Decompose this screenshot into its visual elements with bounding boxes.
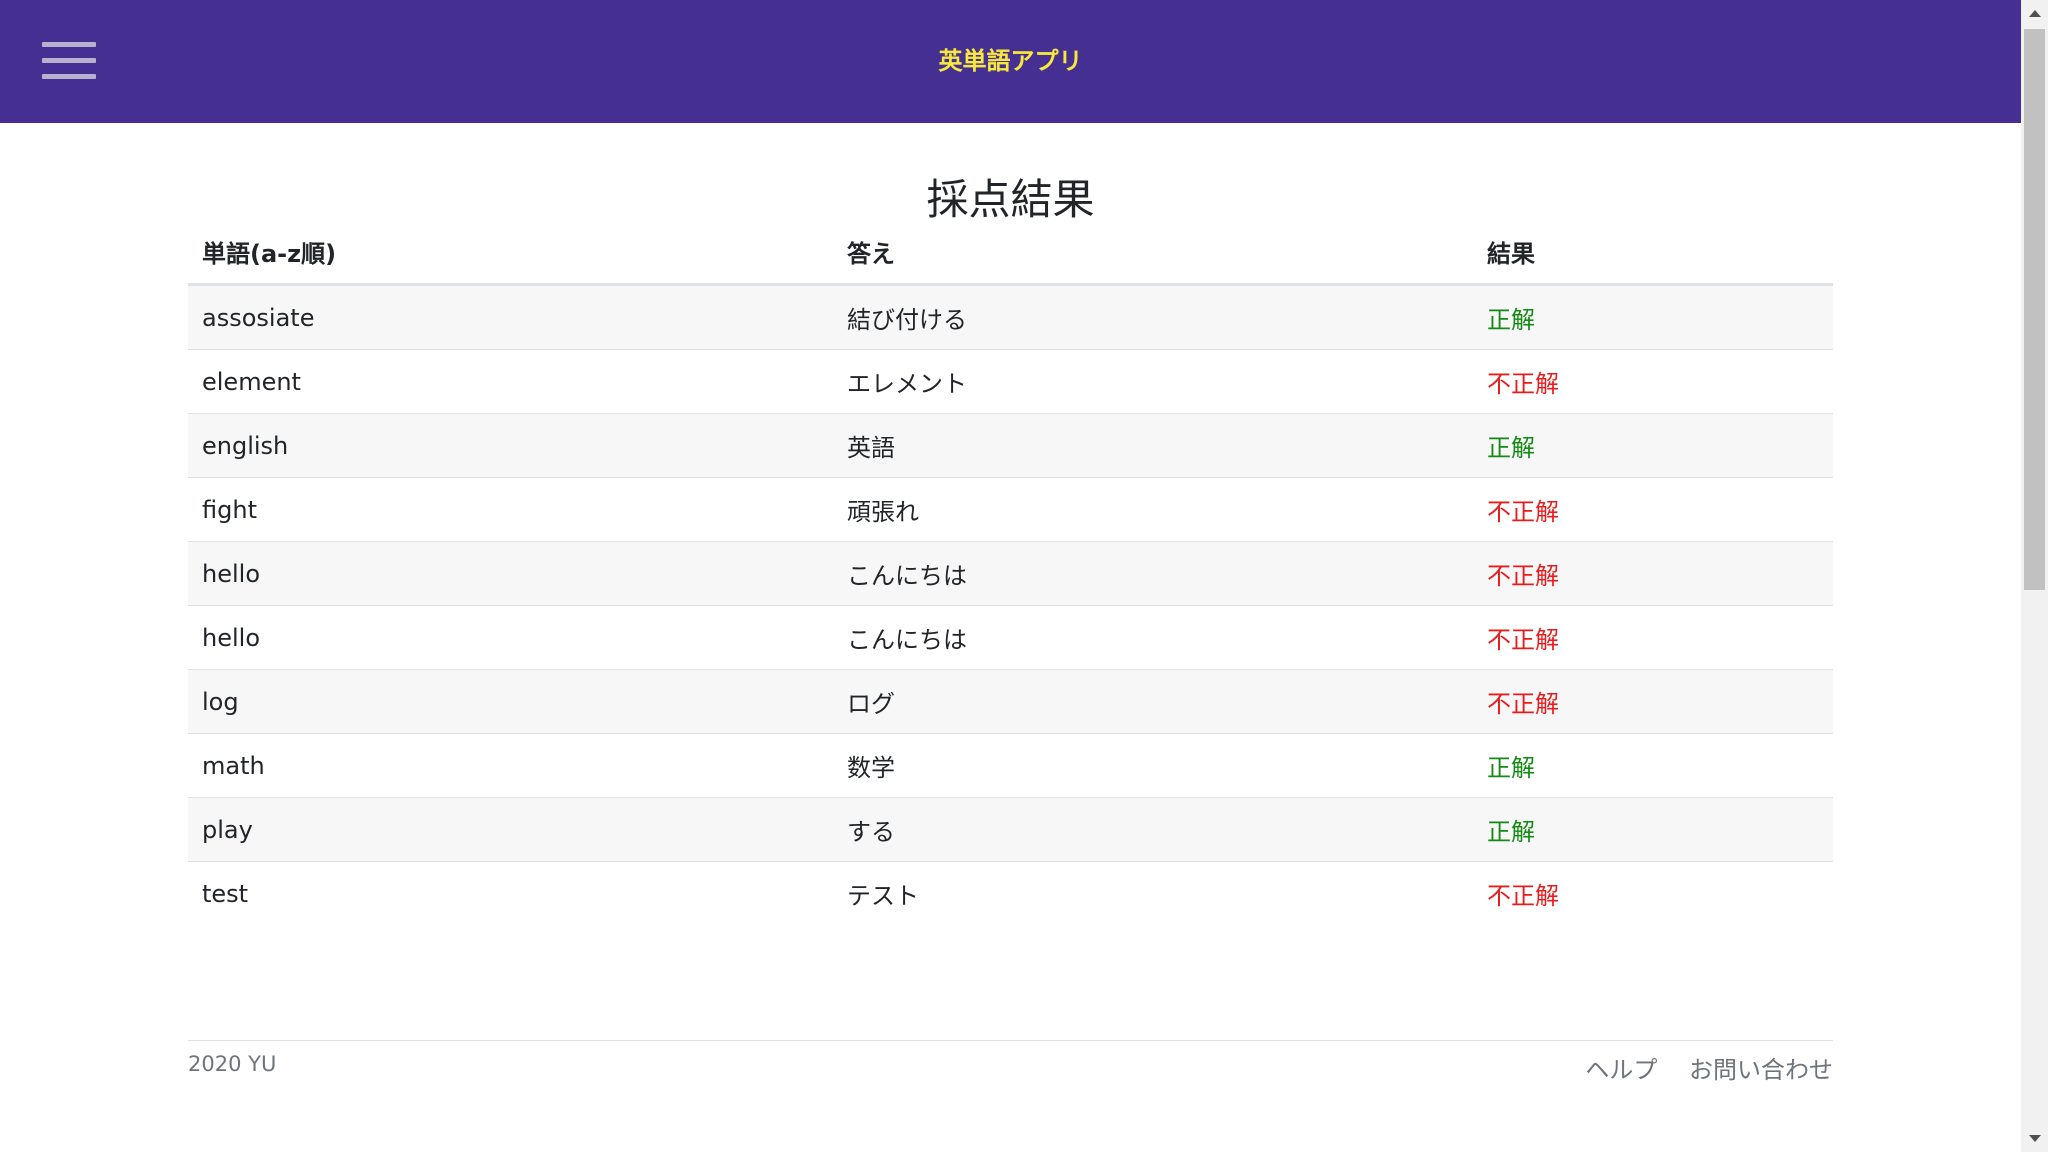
result-cell: 不正解 [1473,541,1833,606]
word-cell: english [188,413,833,478]
answer-cell: 結び付ける [833,284,1473,350]
table-row: english 英語 正解 [188,413,1833,478]
header-word: 単語(a-z順) [188,220,833,286]
answer-cell: ログ [833,669,1473,734]
page-title: 採点結果 [926,175,1095,224]
answer-cell: 英語 [833,413,1473,478]
scroll-up-arrow-icon[interactable] [2021,0,2048,27]
results-table-head: 単語(a-z順) 答え 結果 [188,220,1833,286]
result-cell: 不正解 [1473,477,1833,542]
menu-bar [42,42,96,47]
table-row: assosiate 結び付ける 正解 [188,284,1833,350]
results-table-body: assosiate 結び付ける 正解 element エレメント 不正解 eng… [188,284,1833,925]
menu-bar [42,58,96,63]
word-cell: play [188,797,833,862]
brand-link[interactable]: 英単語アプリ [939,47,1083,75]
hamburger-menu-icon[interactable] [42,42,96,80]
answer-cell: エレメント [833,349,1473,414]
top-navbar: 英単語アプリ [0,0,2021,123]
answer-cell: する [833,797,1473,862]
footer-copyright: 2020 YU [188,1052,277,1076]
vertical-scrollbar[interactable] [2021,0,2048,1152]
result-cell: 不正解 [1473,349,1833,414]
word-cell: hello [188,605,833,670]
word-cell: element [188,349,833,414]
header-answer: 答え [833,220,1473,286]
result-cell: 不正解 [1473,605,1833,670]
word-cell: assosiate [188,284,833,350]
header-result: 結果 [1473,220,1833,286]
scrollbar-thumb[interactable] [2024,29,2045,590]
answer-cell: テスト [833,861,1473,925]
result-cell: 不正解 [1473,669,1833,734]
menu-bar [42,74,96,79]
result-cell: 正解 [1473,284,1833,350]
word-cell: math [188,733,833,798]
scroll-down-arrow-icon[interactable] [2021,1125,2048,1152]
table-row: hello こんにちは 不正解 [188,605,1833,670]
word-cell: fight [188,477,833,542]
result-cell: 正解 [1473,733,1833,798]
table-row: element エレメント 不正解 [188,349,1833,414]
header-row: 単語(a-z順) 答え 結果 [188,220,1833,286]
table-row: log ログ 不正解 [188,669,1833,734]
answer-cell: 頑張れ [833,477,1473,542]
table-row: play する 正解 [188,797,1833,862]
brand-container: 英単語アプリ [0,0,2021,123]
word-cell: log [188,669,833,734]
result-cell: 不正解 [1473,861,1833,925]
table-row: fight 頑張れ 不正解 [188,477,1833,542]
answer-cell: こんにちは [833,541,1473,606]
answer-cell: こんにちは [833,605,1473,670]
help-link[interactable]: ヘルプ [1585,1056,1657,1084]
result-cell: 正解 [1473,413,1833,478]
contact-link[interactable]: お問い合わせ [1689,1056,1833,1084]
footer-links: ヘルプ お問い合わせ [1561,1050,1833,1085]
app-window: 英単語アプリ 採点結果 単語(a-z順) 答え 結果 assosiate 結び付… [0,0,2048,1152]
answer-cell: 数学 [833,733,1473,798]
table-row: hello こんにちは 不正解 [188,541,1833,606]
result-cell: 正解 [1473,797,1833,862]
word-cell: test [188,861,833,925]
table-row: test テスト 不正解 [188,861,1833,925]
table-row: math 数学 正解 [188,733,1833,798]
footer-divider [188,1040,1833,1041]
word-cell: hello [188,541,833,606]
results-table: 単語(a-z順) 答え 結果 assosiate 結び付ける 正解 elemen… [188,220,1833,925]
